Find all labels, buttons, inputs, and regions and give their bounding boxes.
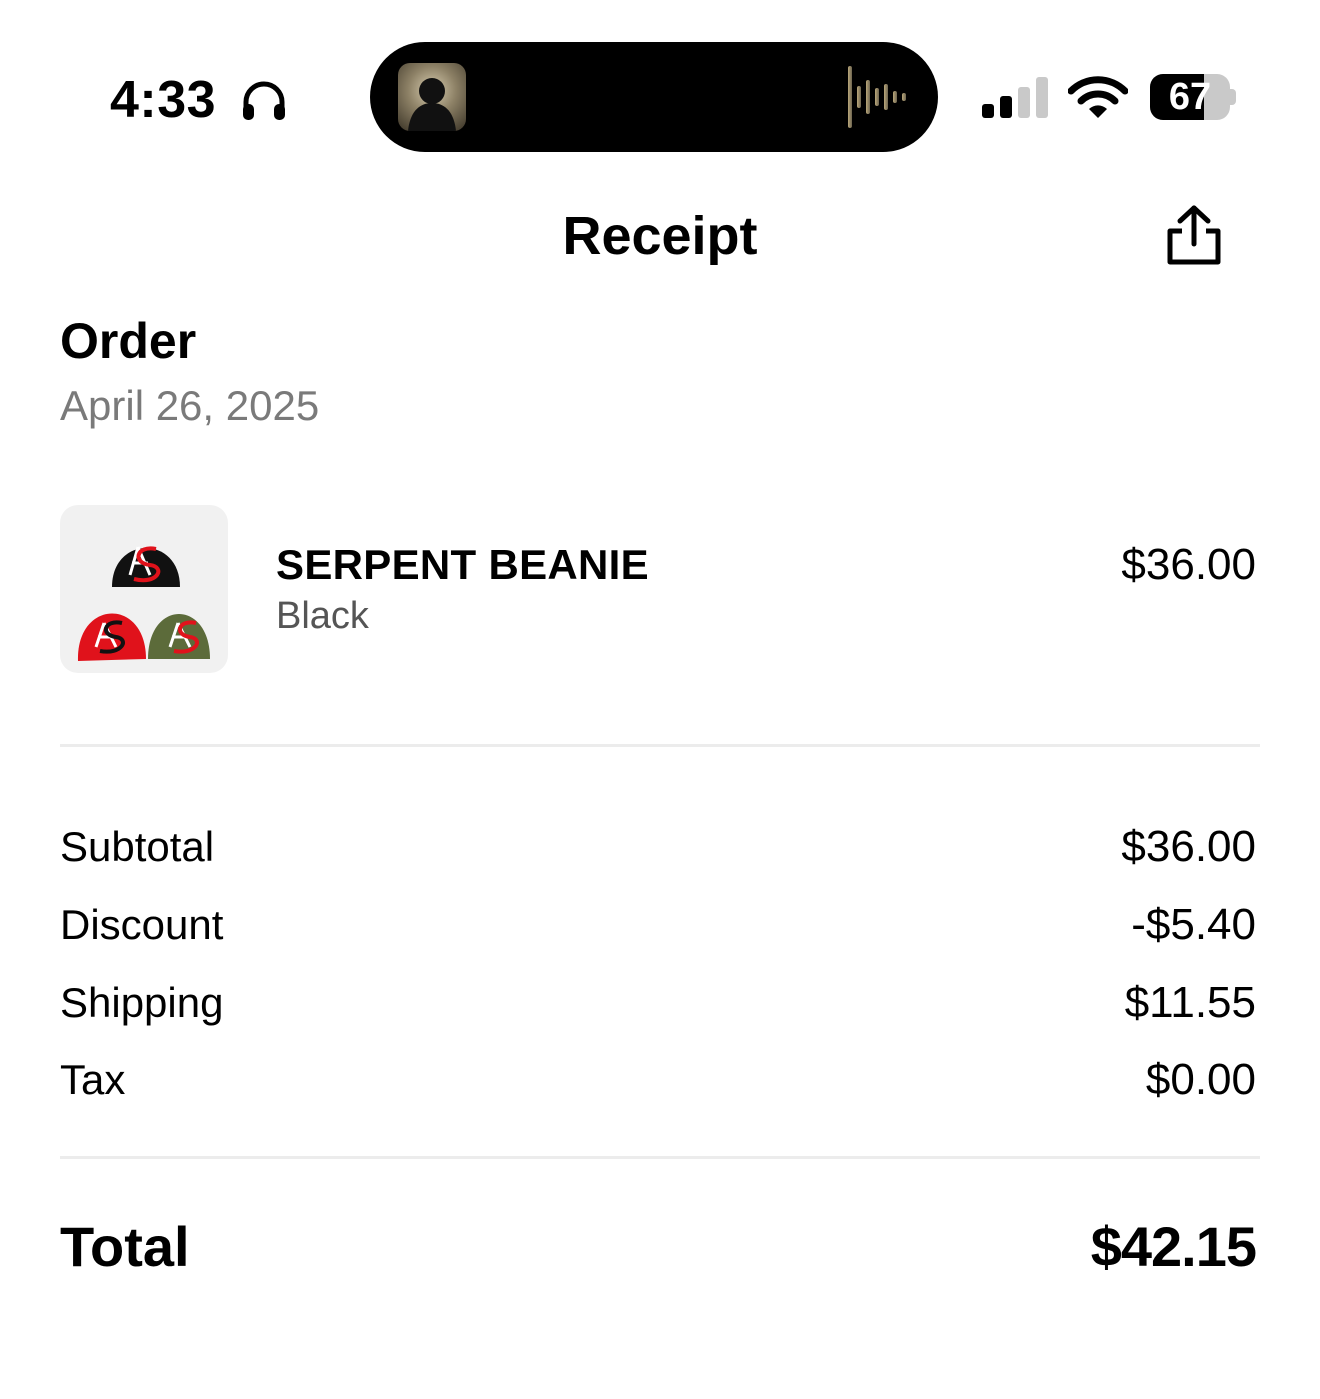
battery-indicator: 67 <box>1150 74 1236 120</box>
item-variant: Black <box>276 595 369 637</box>
share-icon[interactable] <box>1160 204 1228 268</box>
divider <box>60 1156 1260 1159</box>
cellular-signal-icon <box>982 77 1048 118</box>
battery-level: 67 <box>1168 76 1212 118</box>
receipt-screen: 4:33 67 Receipt Order April 26, 2025 SER… <box>0 0 1320 1399</box>
shipping-value: $11.55 <box>1124 978 1256 1027</box>
headphones-icon <box>243 81 285 120</box>
tax-value: $0.00 <box>1145 1055 1256 1104</box>
discount-label: Discount <box>60 901 224 948</box>
item-price: $36.00 <box>1121 540 1256 589</box>
page-title: Receipt <box>562 206 758 266</box>
total-row: Total $42.15 <box>60 1214 1257 1280</box>
divider <box>60 744 1260 747</box>
shipping-row: Shipping $11.55 <box>60 976 1256 1030</box>
order-date: April 26, 2025 <box>60 382 320 429</box>
order-heading: Order <box>60 313 197 369</box>
artwork-silhouette-icon <box>408 78 456 131</box>
now-playing-artwork[interactable] <box>398 63 466 131</box>
tax-label: Tax <box>60 1056 126 1103</box>
total-label: Total <box>60 1215 190 1278</box>
redacted-order-number <box>200 310 380 374</box>
waveform-icon[interactable] <box>844 64 910 130</box>
discount-value: -$5.40 <box>1131 900 1256 949</box>
battery-cap <box>1230 89 1236 105</box>
tax-row: Tax $0.00 <box>60 1053 1256 1107</box>
wifi-icon <box>1068 76 1128 118</box>
discount-row: Discount -$5.40 <box>60 898 1256 952</box>
subtotal-label: Subtotal <box>60 823 215 870</box>
status-time: 4:33 <box>110 71 217 129</box>
total-value: $42.15 <box>1090 1215 1257 1278</box>
beanie-image <box>77 546 210 661</box>
subtotal-value: $36.00 <box>1121 822 1256 871</box>
dynamic-island[interactable] <box>370 42 938 152</box>
shipping-label: Shipping <box>60 979 224 1026</box>
battery-body: 67 <box>1150 74 1230 120</box>
item-name: SERPENT BEANIE <box>276 541 649 588</box>
product-thumbnail[interactable] <box>60 505 228 673</box>
subtotal-row: Subtotal $36.00 <box>60 820 1256 874</box>
